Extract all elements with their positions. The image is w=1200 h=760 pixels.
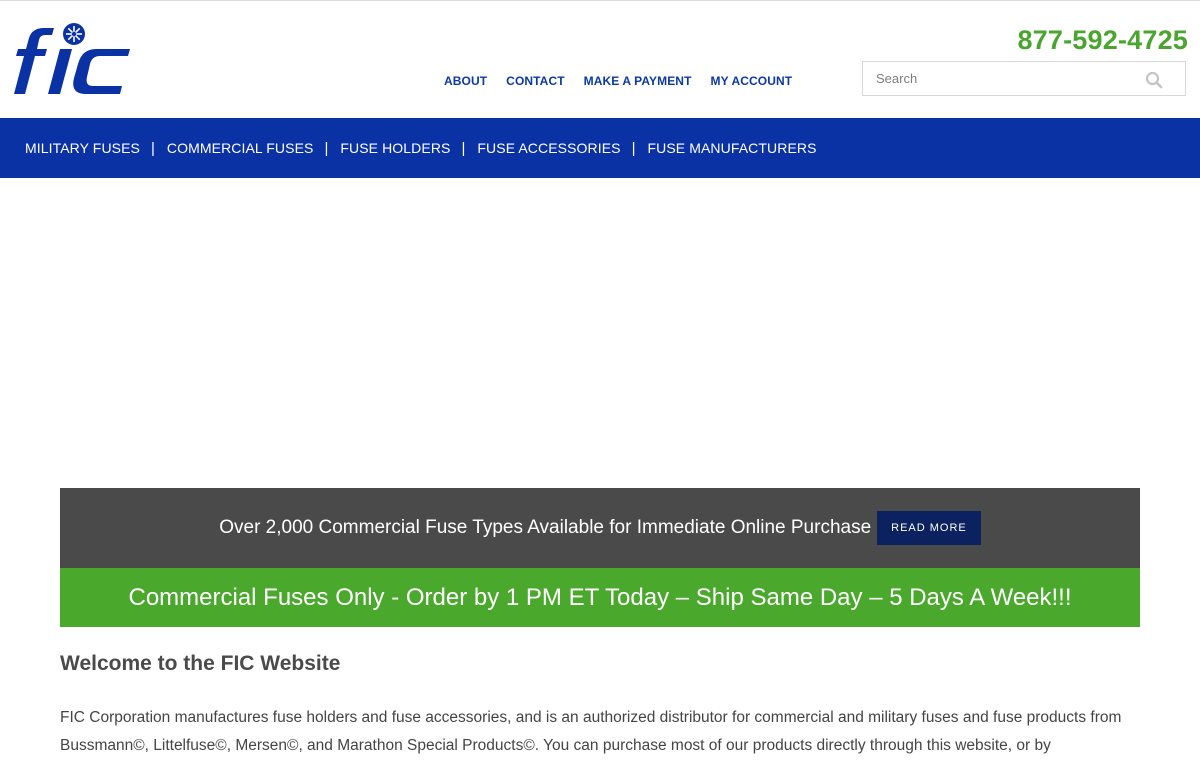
intro-paragraph: FIC Corporation manufactures fuse holder… — [60, 709, 1122, 754]
promo-banner: Over 2,000 Commercial Fuse Types Availab… — [60, 488, 1140, 568]
fic-logo-icon — [14, 23, 130, 94]
promo-text: Over 2,000 Commercial Fuse Types Availab… — [219, 517, 872, 538]
nav-fuse-manufacturers[interactable]: FUSE MANUFACTURERS — [648, 140, 817, 156]
nav-separator: | — [461, 139, 466, 157]
shipping-banner: Commercial Fuses Only - Order by 1 PM ET… — [60, 568, 1140, 627]
read-more-button[interactable]: READ MORE — [877, 511, 981, 545]
top-link-make-a-payment[interactable]: MAKE A PAYMENT — [584, 74, 692, 88]
main-nav: MILITARY FUSES | COMMERCIAL FUSES | FUSE H… — [0, 118, 1200, 178]
nav-commercial-fuses[interactable]: COMMERCIAL FUSES — [167, 140, 314, 156]
nav-military-fuses[interactable]: MILITARY FUSES — [25, 140, 140, 156]
nav-separator: | — [151, 139, 155, 157]
fic-logo[interactable] — [12, 22, 132, 96]
shipping-text: Commercial Fuses Only - Order by 1 PM ET… — [128, 583, 1072, 611]
nav-separator: | — [631, 139, 636, 157]
phone-number[interactable]: 877-592-4725 — [1017, 25, 1188, 56]
nav-fuse-holders[interactable]: FUSE HOLDERS — [340, 140, 450, 156]
top-link-my-account[interactable]: MY ACCOUNT — [711, 74, 793, 88]
nav-fuse-accessories[interactable]: FUSE ACCESSORIES — [477, 140, 620, 156]
search-box — [862, 61, 1186, 96]
site-header: 877-592-4725 ABOUT CONTACT MAKE A PAYMEN… — [0, 1, 1200, 118]
top-link-contact[interactable]: CONTACT — [506, 74, 564, 88]
top-link-about[interactable]: ABOUT — [444, 74, 487, 88]
search-input[interactable] — [863, 62, 1146, 95]
search-icon[interactable] — [1145, 71, 1163, 89]
welcome-title: Welcome to the FIC Website — [60, 652, 341, 675]
nav-separator: | — [324, 139, 329, 157]
top-links: ABOUT CONTACT MAKE A PAYMENT MY ACCOUNT — [444, 74, 811, 88]
